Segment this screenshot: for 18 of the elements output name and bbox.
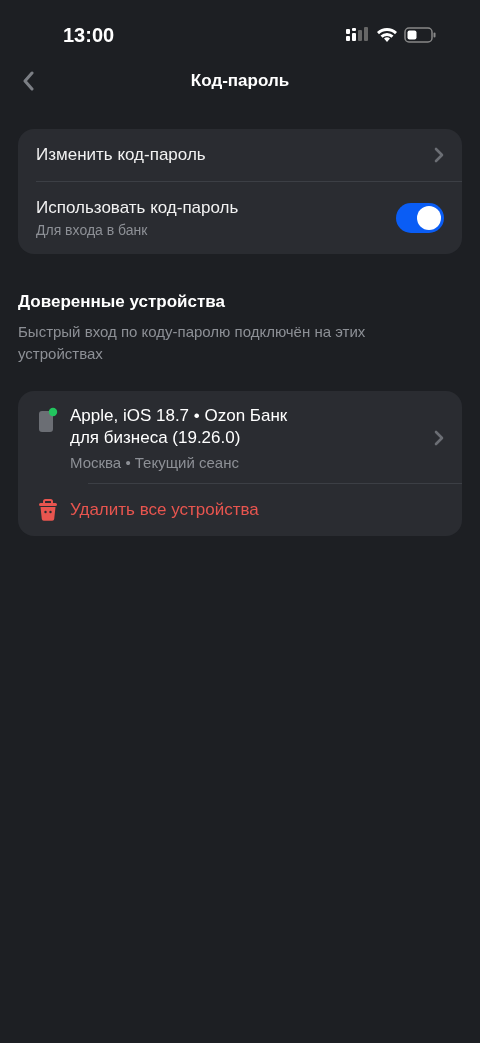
section-description: Быстрый вход по коду-паролю подключён на этих устройствах <box>18 322 367 364</box>
back-button[interactable] <box>22 71 34 91</box>
signal-icon <box>346 27 370 43</box>
status-time: 13:00 <box>63 23 115 47</box>
trash-icon <box>38 499 58 521</box>
setting-subtitle: Для входа в банк <box>36 222 149 238</box>
wifi-icon <box>376 27 398 43</box>
chevron-icon <box>434 147 444 163</box>
section-title: Доверенные устройства <box>18 292 226 312</box>
device-name[interactable]: Apple, iOS 18.7 • Ozon Банк для бизнеса (19.26.0) <box>70 405 306 449</box>
setting-label[interactable]: Изменить код-пароль <box>36 145 206 165</box>
toggle-switch[interactable] <box>396 203 444 233</box>
device-details: Москва • Текущий сеанс <box>70 454 240 471</box>
chevron-icon <box>434 430 444 446</box>
battery-icon <box>404 27 436 43</box>
screen-title: Код-пароль <box>190 71 290 91</box>
setting-label: Использовать код-пароль <box>36 198 239 218</box>
delete-all-devices-button[interactable]: Удалить все устройства <box>70 500 259 520</box>
